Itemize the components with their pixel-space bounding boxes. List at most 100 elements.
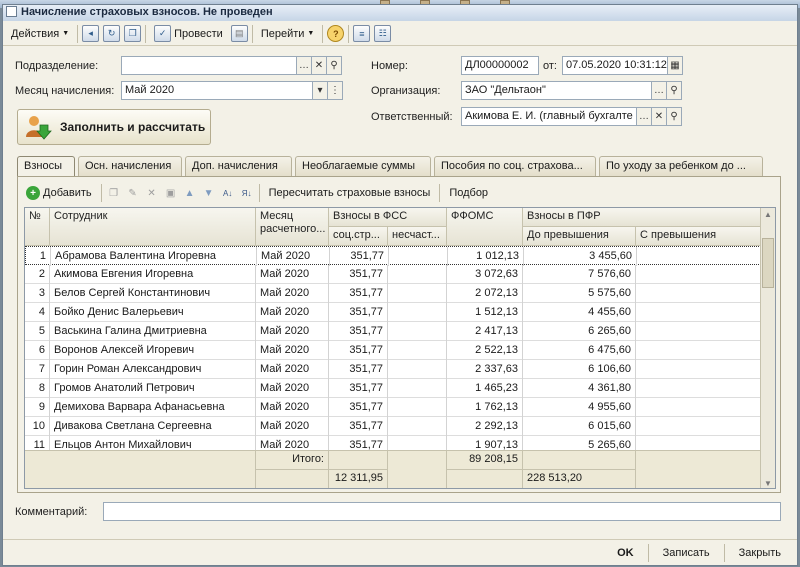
cell-pfr-after[interactable] — [636, 398, 761, 417]
cell-num[interactable]: 6 — [25, 341, 50, 360]
cell-pfr-before[interactable]: 6 106,60 — [523, 360, 636, 379]
ok-button[interactable]: OK — [613, 547, 638, 559]
cell-num[interactable]: 8 — [25, 379, 50, 398]
cell-pfr-before[interactable]: 3 455,60 — [524, 247, 637, 266]
cell-num[interactable]: 1 — [26, 247, 51, 266]
cell-num[interactable]: 7 — [25, 360, 50, 379]
goto-menu-button[interactable]: Перейти ▼ — [257, 25, 319, 43]
cell-pfr-after[interactable] — [636, 360, 761, 379]
cell-ffoms[interactable]: 1 762,13 — [447, 398, 523, 417]
col-header-num[interactable]: № — [25, 208, 50, 246]
cell-pfr-after[interactable] — [636, 284, 761, 303]
cell-employee[interactable]: Громов Анатолий Петрович — [50, 379, 256, 398]
cell-ffoms[interactable]: 3 072,63 — [447, 265, 523, 284]
cell-employee[interactable]: Акимова Евгения Игоревна — [50, 265, 256, 284]
org-field[interactable]: ЗАО "Дельтаон" — [461, 81, 652, 100]
cell-num[interactable]: 2 — [25, 265, 50, 284]
cell-employee[interactable]: Абрамова Валентина Игоревна — [51, 247, 257, 266]
chevron-down-icon[interactable]: ▾ — [312, 81, 328, 100]
cell-fss-social[interactable]: 351,77 — [330, 247, 389, 266]
cell-employee[interactable]: Бойко Денис Валерьевич — [50, 303, 256, 322]
select-button[interactable]: … — [651, 81, 667, 100]
table-row[interactable]: 6 Воронов Алексей Игоревич Май 2020 351,77 2… — [25, 341, 761, 360]
cell-pfr-before[interactable]: 4 955,60 — [523, 398, 636, 417]
col-header-employee[interactable]: Сотрудник — [50, 208, 256, 246]
cell-fss-social[interactable]: 351,77 — [329, 322, 388, 341]
cell-fss-accident[interactable] — [389, 247, 448, 266]
cell-fss-accident[interactable] — [388, 284, 447, 303]
search-icon[interactable]: ⚲ — [326, 56, 342, 75]
cell-pfr-after[interactable] — [636, 265, 761, 284]
tab-social-benefits[interactable]: Пособия по соц. страхова... — [434, 156, 596, 176]
cell-fss-social[interactable]: 351,77 — [329, 284, 388, 303]
cell-pfr-before[interactable]: 6 265,60 — [523, 322, 636, 341]
copy-icon[interactable]: ❐ — [124, 25, 142, 42]
cell-fss-social[interactable]: 351,77 — [329, 360, 388, 379]
col-header-fss-social[interactable]: соц.стр... — [329, 227, 388, 246]
date-field[interactable]: 07.05.2020 10:31:12 — [562, 56, 668, 75]
cell-employee[interactable]: Васькина Галина Дмитриевна — [50, 322, 256, 341]
save-button[interactable]: Записать — [659, 547, 714, 559]
cell-fss-social[interactable]: 351,77 — [329, 417, 388, 436]
scroll-down-icon[interactable]: ▼ — [764, 479, 772, 488]
table-row[interactable]: 1 Абрамова Валентина Игоревна Май 2020 351,… — [25, 246, 762, 266]
cell-month[interactable]: Май 2020 — [256, 303, 329, 322]
cell-month[interactable]: Май 2020 — [256, 379, 329, 398]
cell-employee[interactable]: Белов Сергей Константинович — [50, 284, 256, 303]
col-header-fss[interactable]: Взносы в ФСС — [329, 208, 447, 227]
cell-fss-accident[interactable] — [388, 417, 447, 436]
cell-ffoms[interactable]: 1 012,13 — [448, 247, 524, 266]
cell-fss-accident[interactable] — [388, 322, 447, 341]
clear-icon[interactable]: ✕ — [651, 107, 667, 126]
cell-ffoms[interactable]: 2 522,13 — [447, 341, 523, 360]
cell-month[interactable]: Май 2020 — [256, 398, 329, 417]
select-button[interactable]: … — [636, 107, 652, 126]
cell-pfr-after[interactable] — [636, 379, 761, 398]
cell-pfr-before[interactable]: 4 455,60 — [523, 303, 636, 322]
delete-icon[interactable]: ✕ — [145, 186, 159, 200]
cell-ffoms[interactable]: 2 337,63 — [447, 360, 523, 379]
cell-ffoms[interactable]: 1 465,23 — [447, 379, 523, 398]
cell-num[interactable]: 10 — [25, 417, 50, 436]
cell-num[interactable]: 5 — [25, 322, 50, 341]
cell-fss-accident[interactable] — [388, 379, 447, 398]
clear-icon[interactable]: ✕ — [311, 56, 327, 75]
cell-pfr-after[interactable] — [637, 247, 762, 266]
cell-num[interactable]: 9 — [25, 398, 50, 417]
cell-fss-accident[interactable] — [388, 398, 447, 417]
col-header-fss-accident[interactable]: несчаст... — [388, 227, 447, 246]
copy-icon[interactable]: ❐ — [107, 186, 121, 200]
scrollbar-thumb[interactable] — [762, 238, 774, 288]
cell-pfr-before[interactable]: 6 015,60 — [523, 417, 636, 436]
cell-month[interactable]: Май 2020 — [256, 417, 329, 436]
refresh-icon[interactable]: ↻ — [103, 25, 121, 42]
col-header-pfr-after[interactable]: С превышения — [636, 227, 761, 246]
cell-ffoms[interactable]: 2 417,13 — [447, 322, 523, 341]
cell-fss-social[interactable]: 351,77 — [329, 341, 388, 360]
cell-ffoms[interactable]: 2 072,13 — [447, 284, 523, 303]
cell-month[interactable]: Май 2020 — [256, 360, 329, 379]
month-field[interactable]: Май 2020 — [121, 81, 313, 100]
table-row[interactable]: 7 Горин Роман Александрович Май 2020 351,77… — [25, 360, 761, 379]
cell-pfr-before[interactable]: 5 575,60 — [523, 284, 636, 303]
col-header-ffoms[interactable]: ФФОМС — [447, 208, 523, 246]
cell-fss-social[interactable]: 351,77 — [329, 265, 388, 284]
sort-asc-icon[interactable]: A↓ — [221, 186, 235, 200]
print-icon[interactable]: ▤ — [230, 25, 248, 42]
search-icon[interactable]: ⚲ — [666, 107, 682, 126]
cell-month[interactable]: Май 2020 — [256, 284, 329, 303]
col-header-pfr-before[interactable]: До превышения — [523, 227, 636, 246]
post-button[interactable]: ✓ Провести — [150, 25, 227, 43]
comment-field[interactable] — [103, 502, 781, 521]
actions-menu-button[interactable]: Действия ▼ — [7, 25, 73, 43]
scroll-up-icon[interactable]: ▲ — [764, 210, 772, 219]
tab-contributions[interactable]: Взносы — [17, 156, 75, 177]
cell-pfr-after[interactable] — [636, 417, 761, 436]
help-icon[interactable]: ? — [327, 25, 345, 42]
cell-num[interactable]: 4 — [25, 303, 50, 322]
cell-month[interactable]: Май 2020 — [256, 322, 329, 341]
cell-fss-accident[interactable] — [388, 341, 447, 360]
cell-num[interactable]: 3 — [25, 284, 50, 303]
cell-pfr-after[interactable] — [636, 322, 761, 341]
cell-pfr-before[interactable]: 6 475,60 — [523, 341, 636, 360]
